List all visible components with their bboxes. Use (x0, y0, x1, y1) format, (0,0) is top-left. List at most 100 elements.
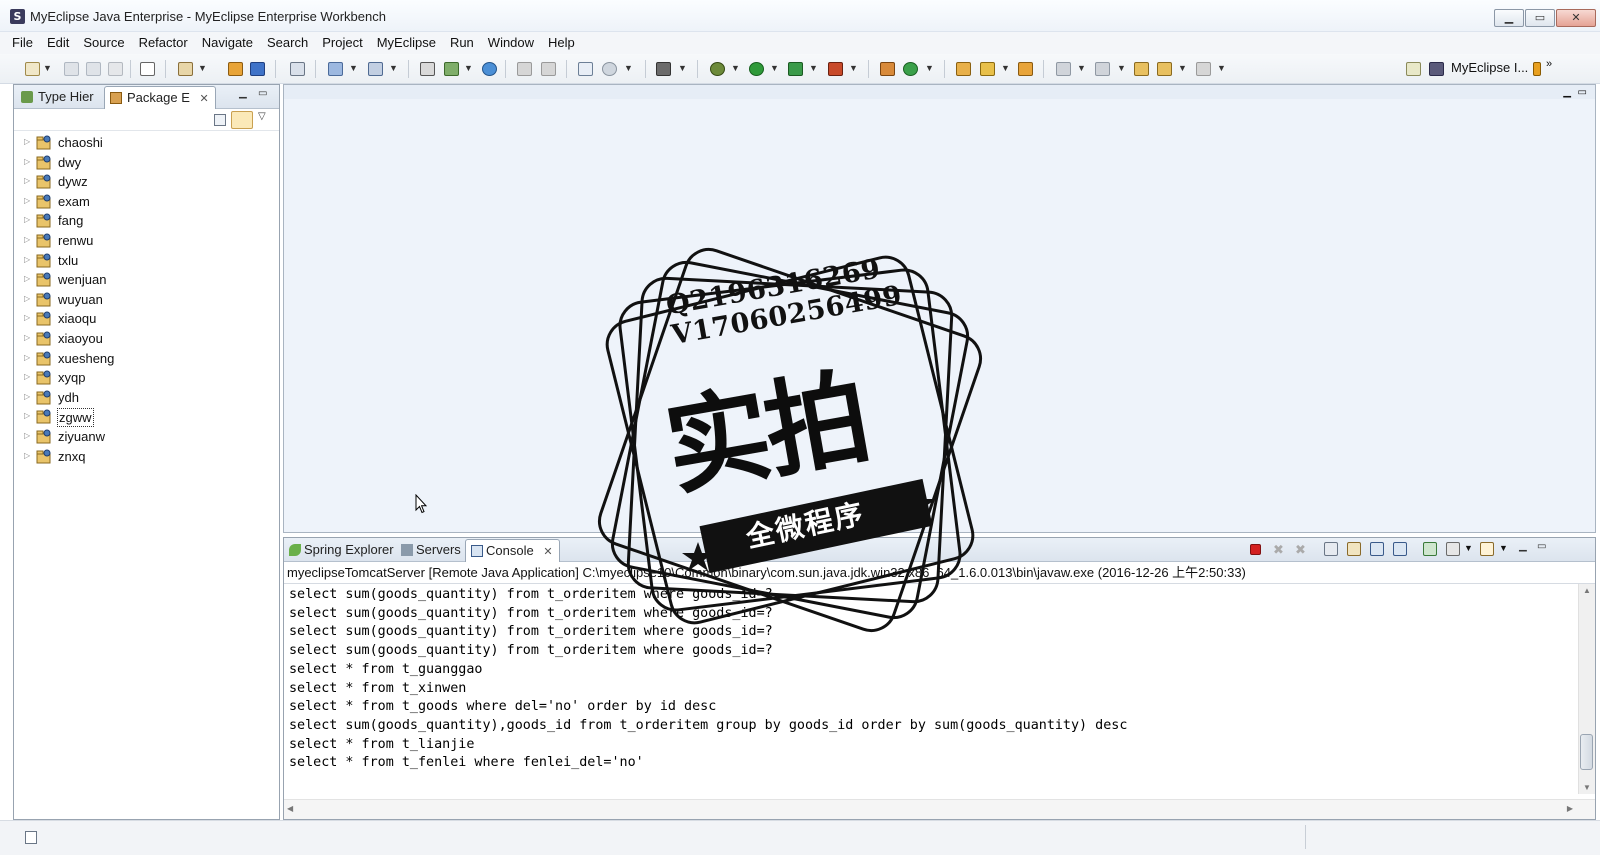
open-console-dropdown-icon[interactable] (1480, 542, 1494, 556)
deploy-icon[interactable] (420, 62, 435, 76)
myeclipse-perspective-icon[interactable] (1429, 62, 1444, 76)
expand-arrow-icon[interactable]: ▷ (24, 255, 30, 264)
minimize-view-icon[interactable]: ▁ (1519, 541, 1527, 552)
uml-icon[interactable] (517, 62, 532, 76)
tree-item-project[interactable]: ▷ zgww (14, 407, 279, 428)
tree-item-project[interactable]: ▷ ydh (14, 388, 279, 408)
java-perspective-icon[interactable] (1533, 62, 1541, 76)
expand-arrow-icon[interactable]: ▷ (24, 274, 30, 283)
menu-refactor[interactable]: Refactor (132, 32, 195, 54)
new-icon[interactable] (25, 62, 40, 76)
maximize-view-icon[interactable]: ▭ (1537, 541, 1546, 552)
binary-icon[interactable] (140, 62, 155, 76)
tree-item-project[interactable]: ▷ xiaoqu (14, 309, 279, 329)
pin-console-icon[interactable] (1423, 542, 1437, 556)
expand-arrow-icon[interactable]: ▷ (24, 313, 30, 322)
minimize-view-icon[interactable]: ▁ (239, 88, 247, 99)
expand-arrow-icon[interactable]: ▷ (24, 451, 30, 460)
new-package-icon[interactable] (228, 62, 243, 76)
tree-item-project[interactable]: ▷ dwy (14, 153, 279, 173)
report-icon[interactable] (578, 62, 593, 76)
show-console-on-output-icon[interactable] (1393, 542, 1407, 556)
scroll-left-arrow-icon[interactable]: ◀ (287, 804, 293, 813)
expand-arrow-icon[interactable]: ▷ (24, 294, 30, 303)
server-icon[interactable] (444, 62, 459, 76)
back-dropdown-arrow-icon[interactable]: ▼ (1178, 63, 1187, 73)
forward-arrow-icon[interactable] (1196, 62, 1211, 76)
coverage-dropdown-arrow-icon[interactable]: ▼ (849, 63, 858, 73)
search-dropdown-arrow-icon[interactable]: ▼ (389, 63, 398, 73)
save-all-icon[interactable] (86, 62, 101, 76)
back-arrow-icon[interactable] (1157, 62, 1172, 76)
run-icon[interactable] (749, 62, 764, 76)
open-task-icon[interactable] (1018, 62, 1033, 76)
expand-arrow-icon[interactable]: ▷ (24, 372, 30, 381)
open-perspective-icon[interactable] (1406, 62, 1421, 76)
maximize-button[interactable]: ▭ (1525, 9, 1555, 27)
menu-help[interactable]: Help (541, 32, 582, 54)
clear-console-icon[interactable] (1324, 542, 1338, 556)
menu-search[interactable]: Search (260, 32, 315, 54)
open-console-icon[interactable] (290, 62, 305, 76)
open-type-icon[interactable] (328, 62, 343, 76)
remove-launch-icon[interactable]: ✖ (1273, 542, 1287, 557)
previous-annotation-dropdown-arrow-icon[interactable]: ▼ (1117, 63, 1126, 73)
display-console-dropdown-arrow-icon[interactable]: ▼ (1464, 543, 1473, 553)
previous-annotation-icon[interactable] (1095, 62, 1110, 76)
expand-arrow-icon[interactable]: ▷ (24, 137, 30, 146)
next-annotation-icon[interactable] (1056, 62, 1071, 76)
close-window-button[interactable]: ✕ (1556, 9, 1596, 27)
tree-item-project[interactable]: ▷ renwu (14, 231, 279, 251)
search-tool-icon[interactable] (368, 62, 383, 76)
tree-item-project[interactable]: ▷ txlu (14, 251, 279, 271)
expand-arrow-icon[interactable]: ▷ (24, 215, 30, 224)
coverage-icon[interactable] (828, 62, 843, 76)
more-perspectives-chevron-icon[interactable]: » (1546, 58, 1552, 70)
tree-item-project[interactable]: ▷ fang (14, 211, 279, 231)
close-tab-icon[interactable]: ✕ (543, 546, 552, 558)
print-icon[interactable] (108, 62, 123, 76)
perspective-label[interactable]: MyEclipse I... (1451, 60, 1528, 75)
camera-dropdown-arrow-icon[interactable]: ▼ (678, 63, 687, 73)
tree-item-project[interactable]: ▷ exam (14, 192, 279, 212)
maximize-view-icon[interactable]: ▭ (258, 88, 267, 99)
tab-spring-explorer[interactable]: Spring Explorer (284, 539, 400, 562)
tree-item-project[interactable]: ▷ xyqp (14, 368, 279, 388)
run-external-icon[interactable] (788, 62, 803, 76)
minimize-button[interactable]: ▁ (1494, 9, 1524, 27)
expand-arrow-icon[interactable]: ▷ (24, 333, 30, 342)
tree-item-project[interactable]: ▷ ziyuanw (14, 427, 279, 447)
maximize-editor-icon[interactable]: ▭ (1578, 87, 1587, 98)
next-annotation-dropdown-arrow-icon[interactable]: ▼ (1077, 63, 1086, 73)
display-selected-console-icon[interactable] (1446, 542, 1460, 556)
refresh-dropdown-arrow-icon[interactable]: ▼ (925, 63, 934, 73)
minimize-editor-icon[interactable]: ▁ (1563, 87, 1571, 98)
expand-arrow-icon[interactable]: ▷ (24, 392, 30, 401)
collapse-all-icon[interactable] (214, 114, 226, 126)
scroll-down-arrow-icon[interactable]: ▼ (1583, 783, 1591, 792)
web-browser-icon[interactable] (482, 62, 497, 76)
expand-arrow-icon[interactable]: ▷ (24, 196, 30, 205)
expand-arrow-icon[interactable]: ▷ (24, 411, 30, 420)
menu-source[interactable]: Source (76, 32, 131, 54)
scrollbar-thumb[interactable] (1580, 734, 1593, 770)
expand-arrow-icon[interactable]: ▷ (24, 353, 30, 362)
scroll-up-arrow-icon[interactable]: ▲ (1583, 586, 1591, 595)
menu-window[interactable]: Window (481, 32, 541, 54)
menu-project[interactable]: Project (315, 32, 369, 54)
globe-icon[interactable] (602, 62, 617, 76)
menu-edit[interactable]: Edit (40, 32, 76, 54)
tree-item-project[interactable]: ▷ wuyuan (14, 290, 279, 310)
remove-all-terminated-icon[interactable]: ✖ (1295, 542, 1309, 557)
tab-console[interactable]: Console ✕ (465, 539, 560, 562)
last-edit-location-icon[interactable] (1134, 62, 1149, 76)
tab-type-hierarchy[interactable]: Type Hier (16, 86, 100, 109)
word-wrap-icon[interactable] (1370, 542, 1384, 556)
tab-package-explorer[interactable]: Package E ✕ (104, 86, 216, 109)
terminate-icon[interactable] (1250, 544, 1261, 555)
camera-icon[interactable] (656, 62, 671, 76)
refresh-icon[interactable] (903, 62, 918, 76)
open-console-dropdown-arrow-icon[interactable]: ▼ (1499, 543, 1508, 553)
pencil-dropdown-arrow-icon[interactable]: ▼ (1001, 63, 1010, 73)
new-project-dropdown-arrow-icon[interactable]: ▼ (198, 63, 207, 73)
